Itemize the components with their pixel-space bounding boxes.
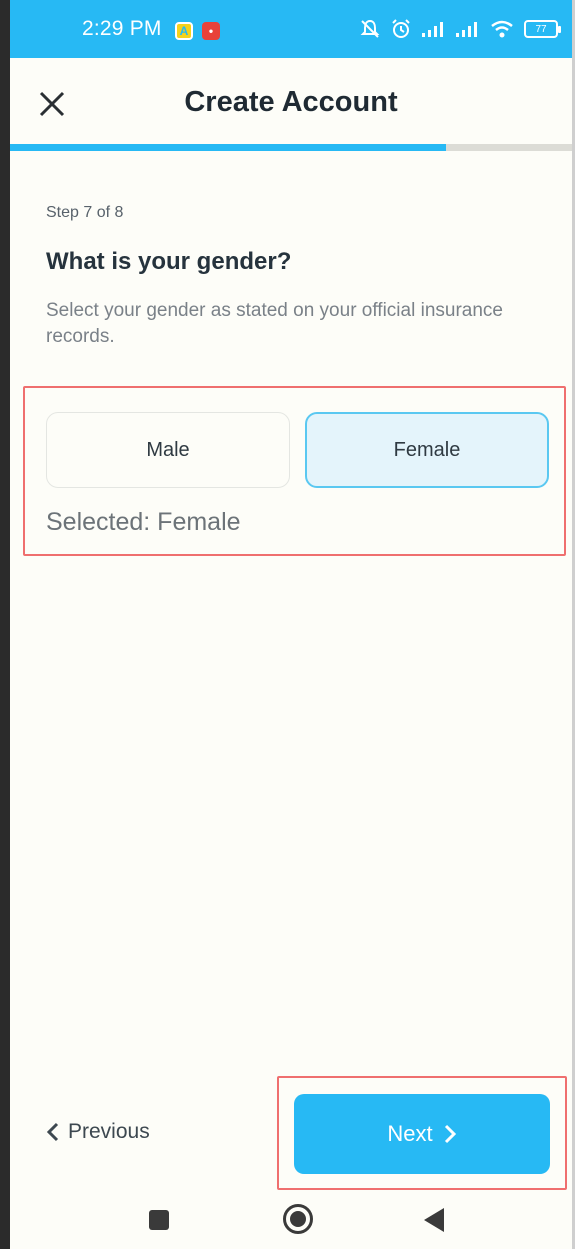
mute-icon <box>360 19 380 38</box>
status-time: 2:29 PM <box>82 17 162 40</box>
notification-app-icon: A <box>175 22 193 40</box>
notification-alert-icon: • <box>202 22 220 40</box>
selected-gender-text: Selected: Female <box>46 508 241 536</box>
battery-level: 77 <box>535 23 547 35</box>
recent-apps-button[interactable] <box>149 1210 169 1230</box>
home-button[interactable] <box>283 1204 313 1234</box>
page-title: Create Account <box>184 86 398 118</box>
system-nav-bar <box>10 1190 572 1249</box>
battery-icon: 77 <box>524 20 561 38</box>
gender-option-label: Female <box>393 438 461 461</box>
question-description: Select your gender as stated on your off… <box>46 300 503 347</box>
status-bar: 2:29 PM A • 77 <box>10 0 572 58</box>
signal-icon <box>422 22 443 37</box>
step-indicator: Step 7 of 8 <box>46 204 124 221</box>
wifi-icon <box>491 20 513 38</box>
status-icons: 77 <box>360 18 561 40</box>
previous-label: Previous <box>68 1120 150 1143</box>
device-frame-left <box>0 0 10 1249</box>
app-bar: Create Account <box>10 58 572 146</box>
next-button[interactable]: Next <box>294 1094 550 1174</box>
gender-option-female[interactable]: Female <box>305 412 549 488</box>
question-heading: What is your gender? <box>46 248 292 275</box>
chevron-right-icon <box>444 1124 456 1144</box>
progress-bar <box>10 144 572 151</box>
next-label: Next <box>387 1121 433 1146</box>
gender-option-male[interactable]: Male <box>46 412 290 488</box>
gender-option-label: Male <box>146 438 190 461</box>
signal-icon <box>456 22 477 37</box>
chevron-left-icon <box>46 1122 59 1142</box>
progress-fill <box>10 144 446 151</box>
back-button[interactable] <box>424 1208 444 1232</box>
previous-button[interactable]: Previous <box>46 1120 150 1144</box>
alarm-icon <box>392 19 410 38</box>
